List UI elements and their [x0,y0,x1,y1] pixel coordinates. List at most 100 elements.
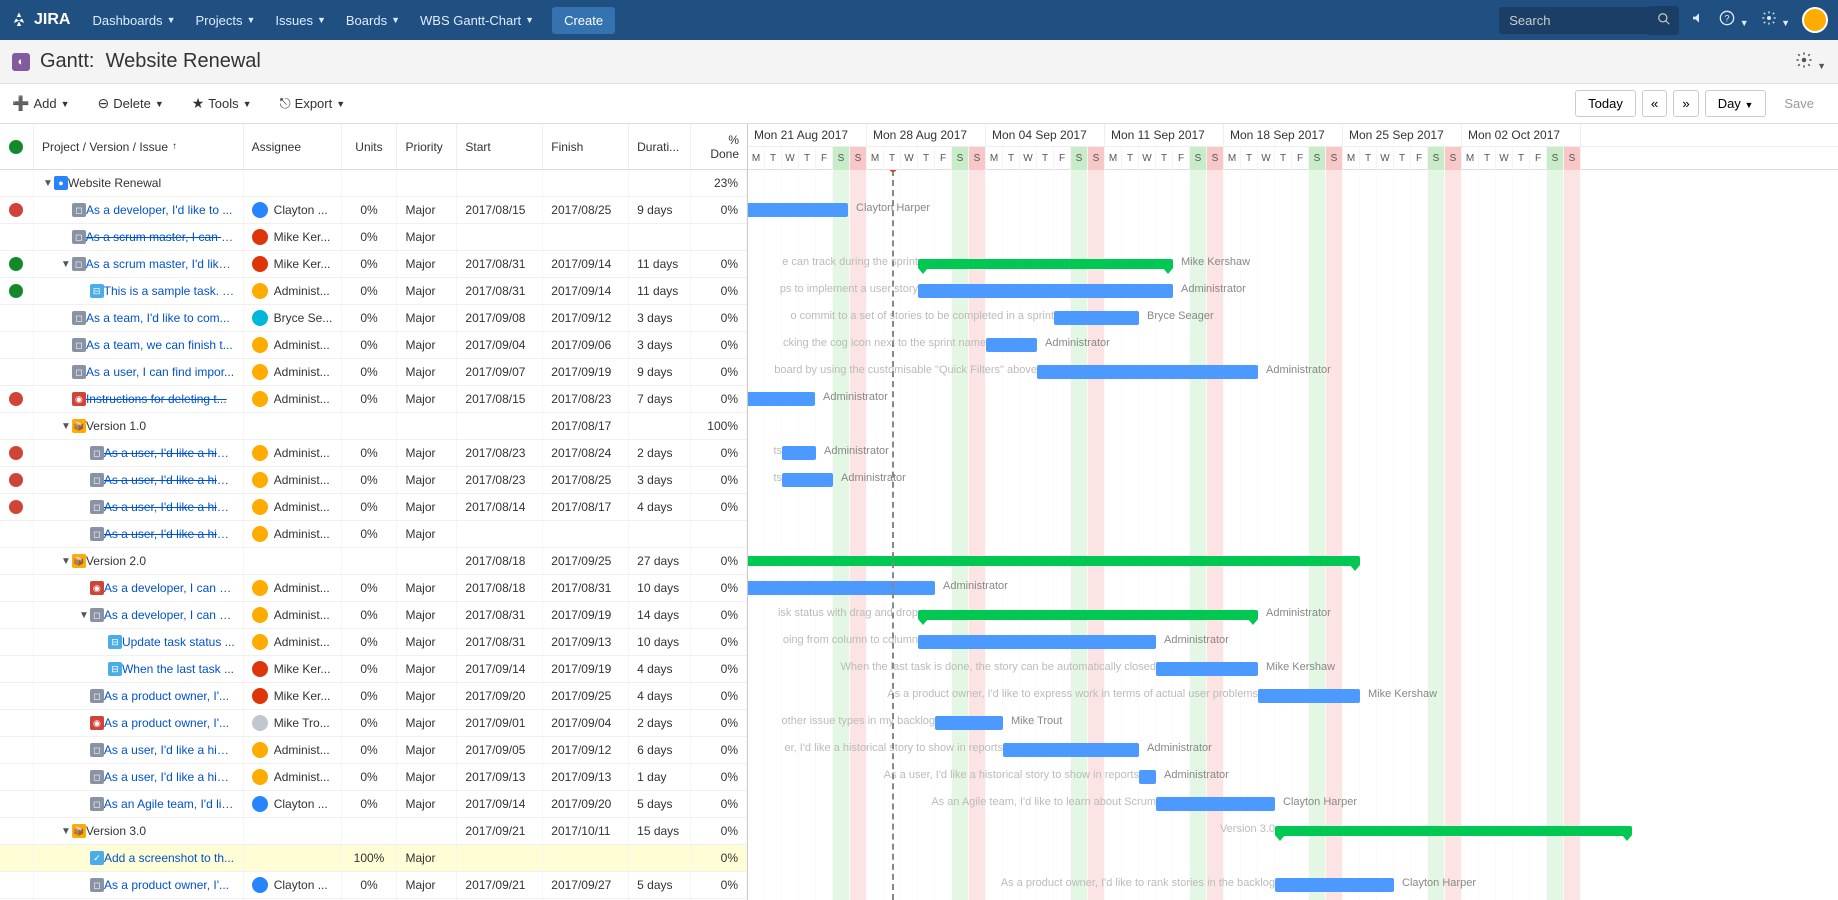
gantt-bar[interactable] [1275,826,1632,836]
issue-name[interactable]: As a user, I'd like a hist... [104,446,235,460]
gantt-bar[interactable] [748,392,815,406]
nav-item-boards[interactable]: Boards▼ [336,0,410,40]
jira-logo[interactable]: JIRA [10,11,70,29]
help-icon[interactable]: ? ▼ [1719,10,1748,31]
gantt-bar[interactable] [782,473,833,487]
issue-name[interactable]: As a scrum master, I can s... [86,230,235,244]
gantt-bar[interactable] [748,581,935,595]
nav-item-wbs-gantt-chart[interactable]: WBS Gantt-Chart▼ [410,0,544,40]
table-row[interactable]: ⊟ This is a sample task. T...Administ...… [0,278,747,305]
issue-name[interactable]: As a user, I'd like a hist... [104,770,235,784]
issue-name[interactable]: As a product owner, I'... [104,878,229,892]
table-row[interactable]: ⊟ When the last task ...Mike Ker...0%Maj… [0,656,747,683]
column-start[interactable]: Start [457,124,543,169]
table-row[interactable]: ◻ As a team, I'd like to com...Bryce Se.… [0,305,747,332]
issue-name[interactable]: As a scrum master, I'd like ... [86,257,235,271]
gantt-bar[interactable] [1275,878,1394,892]
column-units[interactable]: Units [342,124,398,169]
issue-name[interactable]: As a user, I can find impor... [86,365,234,379]
table-row[interactable]: ◉ As a product owner, I'...Mike Tro...0%… [0,710,747,737]
table-row[interactable]: ◉ As a developer, I can u...Administ...0… [0,575,747,602]
expand-toggle[interactable]: ▼ [60,421,72,432]
create-button[interactable]: Create [552,7,615,34]
issue-name[interactable]: As a user, I'd like a hist... [104,527,235,541]
column-status[interactable] [0,124,34,169]
issue-name[interactable]: As a team, we can finish t... [86,338,233,352]
issue-name[interactable]: When the last task ... [122,662,234,676]
table-row[interactable]: ◻ As a user, I'd like a hist...Administ.… [0,737,747,764]
issue-name[interactable]: As a developer, I can u... [104,581,235,595]
gantt-bar[interactable] [918,284,1173,298]
prev-button[interactable]: « [1642,90,1667,117]
add-button[interactable]: ➕ Add▼ [12,95,70,112]
today-button[interactable]: Today [1575,90,1636,117]
issue-name[interactable]: Update task status ... [122,635,235,649]
column-issue[interactable]: Project / Version / Issue↑ [34,124,244,169]
gantt-bar[interactable] [748,556,1360,566]
issue-name[interactable]: Add a screenshot to th... [104,851,234,865]
feedback-icon[interactable] [1691,10,1707,31]
issue-name[interactable]: As a user, I'd like a hist... [104,743,235,757]
table-row[interactable]: ◉ Instructions for deleting t...Administ… [0,386,747,413]
column-duration[interactable]: Durati... [629,124,691,169]
issue-name[interactable]: As a user, I'd like a hist... [104,473,235,487]
gantt-bar[interactable] [1037,365,1258,379]
nav-item-projects[interactable]: Projects▼ [185,0,265,40]
gantt-bar[interactable] [1258,689,1360,703]
table-row[interactable]: ▼ ● Website Renewal23% [0,170,747,197]
nav-item-dashboards[interactable]: Dashboards▼ [82,0,185,40]
expand-toggle[interactable]: ▼ [60,826,72,837]
timeline-body[interactable]: Clayton Harpere can track during the spr… [748,170,1838,900]
gantt-bar[interactable] [935,716,1003,730]
table-row[interactable]: ▼ ◻ As a scrum master, I'd like ...Mike … [0,251,747,278]
table-row[interactable]: ◻ As a team, we can finish t...Administ.… [0,332,747,359]
gantt-bar[interactable] [1139,770,1156,784]
next-button[interactable]: » [1673,90,1698,117]
expand-toggle[interactable]: ▼ [60,556,72,567]
page-settings-icon[interactable]: ▼ [1795,51,1826,72]
gantt-bar[interactable] [986,338,1037,352]
export-button[interactable]: ⎋ Export▼ [280,95,346,112]
issue-name[interactable]: As a product owner, I'... [104,716,229,730]
table-row[interactable]: ◻ As a user, I can find impor...Administ… [0,359,747,386]
gantt-bar[interactable] [1003,743,1139,757]
gantt-bar[interactable] [1156,662,1258,676]
table-row[interactable]: ◻ As an Agile team, I'd lik...Clayton ..… [0,791,747,818]
table-row[interactable]: ◻ As a scrum master, I can s...Mike Ker.… [0,224,747,251]
gantt-bar[interactable] [1054,311,1139,325]
gantt-bar[interactable] [1156,797,1275,811]
issue-name[interactable]: This is a sample task. T... [104,284,235,298]
table-row[interactable]: ⊟ Update task status ...Administ...0%Maj… [0,629,747,656]
table-row[interactable]: ✓ Add a screenshot to th...100%Major0% [0,845,747,872]
gantt-bar[interactable] [918,610,1258,620]
column-priority[interactable]: Priority [397,124,457,169]
table-row[interactable]: ▼ 📦 Version 1.02017/08/17100% [0,413,747,440]
issue-name[interactable]: Instructions for deleting t... [86,392,227,406]
issue-name[interactable]: As a product owner, I'... [104,689,229,703]
table-row[interactable]: ◻ As a developer, I'd like to ...Clayton… [0,197,747,224]
expand-toggle[interactable]: ▼ [78,610,90,621]
gantt-bar[interactable] [918,635,1156,649]
table-row[interactable]: ▼ ◻ As a developer, I can u...Administ..… [0,602,747,629]
gantt-bar[interactable] [918,259,1173,269]
expand-toggle[interactable]: ▼ [60,259,72,270]
table-row[interactable]: ◻ As a user, I'd like a hist...Administ.… [0,764,747,791]
gantt-bar[interactable] [748,203,848,217]
zoom-dropdown[interactable]: Day ▼ [1705,90,1767,117]
issue-name[interactable]: As a user, I'd like a hist... [104,500,235,514]
table-row[interactable]: ▼ 📦 Version 2.02017/08/182017/09/2527 da… [0,548,747,575]
table-row[interactable]: ◻ As a user, I'd like a hist...Administ.… [0,494,747,521]
nav-item-issues[interactable]: Issues▼ [265,0,336,40]
issue-name[interactable]: As a team, I'd like to com... [86,311,230,325]
table-row[interactable]: ◻ As a product owner, I'...Clayton ...0%… [0,872,747,899]
tools-button[interactable]: ★ Tools▼ [192,95,252,112]
issue-name[interactable]: As an Agile team, I'd lik... [104,797,235,811]
table-row[interactable]: ▼ 📦 Version 3.02017/09/212017/10/1115 da… [0,818,747,845]
issue-name[interactable]: As a developer, I can u... [104,608,235,622]
user-avatar[interactable] [1802,7,1828,33]
gantt-bar[interactable] [782,446,816,460]
table-row[interactable]: ◻ As a product owner, I'...Mike Ker...0%… [0,683,747,710]
table-row[interactable]: ◻ As a user, I'd like a hist...Administ.… [0,521,747,548]
column-assignee[interactable]: Assignee [244,124,342,169]
column-done[interactable]: % Done [691,124,747,169]
